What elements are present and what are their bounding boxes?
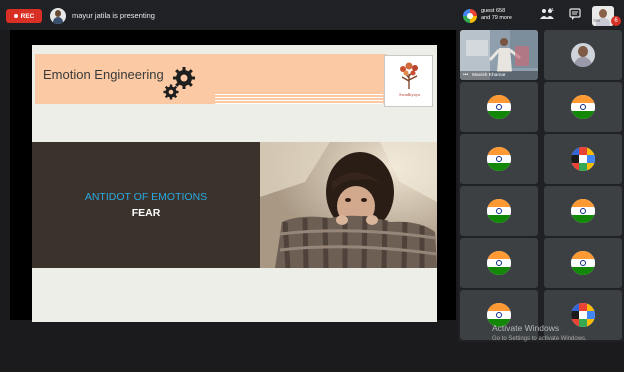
participant-tile[interactable]: [544, 186, 622, 236]
shared-slide: Emotion Engineering Swadhyaya ANTIDOT OF…: [32, 45, 437, 322]
people-count: 81: [549, 7, 555, 12]
record-icon: [13, 14, 18, 18]
slide-dark-band: [32, 142, 260, 268]
participant-tile[interactable]: [544, 134, 622, 184]
participant-tile[interactable]: [460, 186, 538, 236]
participant-tile[interactable]: [544, 82, 622, 132]
blocks-avatar: [571, 303, 595, 327]
participant-tile[interactable]: [544, 238, 622, 288]
multi-user-icon[interactable]: [463, 9, 477, 23]
meeting-window: REC mayur jatila is presenting guest 658…: [0, 0, 624, 372]
activate-windows-title: Activate Windows: [492, 323, 560, 333]
more-options-icon[interactable]: •••: [463, 72, 468, 78]
presenter-avatar: [50, 8, 66, 24]
participant-tile[interactable]: [544, 30, 622, 80]
tree-icon: [400, 62, 418, 89]
activate-windows-subtitle: Go to Settings to activate Windows.: [492, 336, 587, 342]
india-flag-avatar: [571, 251, 595, 275]
presenting-text: mayur jatila is presenting: [72, 11, 155, 20]
rec-badge: REC: [6, 9, 42, 23]
spotlight-video-tile[interactable]: ••• Manish Khamar: [460, 30, 538, 80]
decorative-lines: [215, 94, 383, 106]
participant-tile[interactable]: [460, 238, 538, 288]
participants-panel: ••• Manish Khamar: [458, 30, 624, 342]
gears-icon: [163, 67, 195, 100]
self-pct: 70%: [593, 19, 601, 23]
india-flag-avatar: [487, 147, 511, 171]
logo-text: Swadhyaya: [399, 92, 420, 97]
slide-subtitle: ANTIDOT OF EMOTIONS: [84, 191, 208, 203]
notification-badge[interactable]: 6: [611, 16, 621, 26]
guest-line-2: and 79 more: [481, 15, 512, 21]
participant-tile[interactable]: [460, 82, 538, 132]
india-flag-avatar: [571, 95, 595, 119]
participant-tile[interactable]: [460, 134, 538, 184]
top-bar: REC mayur jatila is presenting guest 658…: [0, 0, 624, 30]
india-flag-avatar: [487, 251, 511, 275]
spotlight-name: Manish Khamar: [472, 73, 506, 78]
slide-header-band: Emotion Engineering: [35, 54, 387, 104]
participant-summary[interactable]: guest 658 and 79 more: [481, 8, 512, 22]
india-flag-avatar: [571, 199, 595, 223]
india-flag-avatar: [487, 199, 511, 223]
frightened-girl-image: [260, 142, 437, 268]
chat-icon[interactable]: [569, 8, 581, 24]
slide-subtitle-word: FEAR: [131, 207, 161, 219]
india-flag-avatar: [487, 95, 511, 119]
slide-title: Emotion Engineering: [43, 67, 164, 82]
blocks-avatar: [571, 147, 595, 171]
participant-avatar: [571, 43, 595, 67]
rec-label: REC: [20, 12, 35, 20]
slide-logo: Swadhyaya: [384, 55, 433, 107]
guest-line-1: guest 658: [481, 8, 506, 14]
